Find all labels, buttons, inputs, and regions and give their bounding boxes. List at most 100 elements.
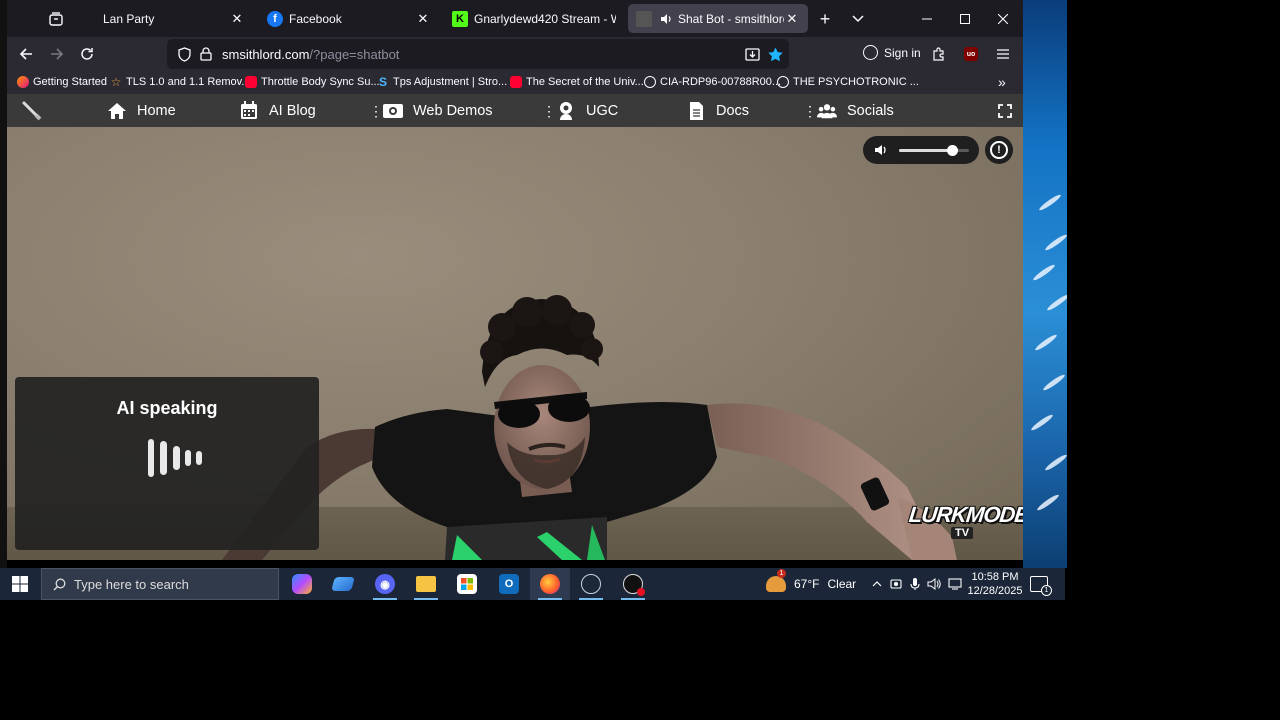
bookmark-label: Tps Adjustment | Stro... <box>393 76 508 88</box>
close-icon[interactable]: ✕ <box>229 11 245 27</box>
ublock-extension-button[interactable]: uo <box>958 41 984 67</box>
browser-window: Lan Party ✕ f Facebook ✕ K Gnarlydewd420… <box>7 0 1023 560</box>
tray-microphone[interactable] <box>908 576 922 592</box>
tab-lan-party[interactable]: Lan Party ✕ <box>73 4 253 33</box>
taskbar-firefox[interactable] <box>530 568 570 600</box>
windows-logo-icon <box>12 576 28 592</box>
minimize-button[interactable] <box>908 6 946 32</box>
forward-button[interactable] <box>44 41 70 67</box>
recording-dot <box>637 588 645 596</box>
bookmark-item[interactable]: Throttle Body Sync Su... <box>245 74 380 90</box>
tab-groups-button[interactable] <box>43 6 69 32</box>
url-path: /?page=shatbot <box>309 47 400 62</box>
arrow-right-icon <box>51 48 64 60</box>
bookmark-label: Throttle Body Sync Su... <box>261 76 380 88</box>
more-bookmarks-button[interactable]: » <box>998 74 1006 90</box>
users-icon <box>817 101 837 121</box>
nav-docs[interactable]: Docs <box>686 94 749 127</box>
bookmark-item[interactable]: ☆ TLS 1.0 and 1.1 Remov... <box>110 74 251 90</box>
taskbar-copilot[interactable] <box>282 568 322 600</box>
menu-button[interactable] <box>990 41 1016 67</box>
bookmark-star-icon[interactable] <box>766 45 784 63</box>
desktop-wallpaper <box>1023 0 1067 568</box>
volume-icon[interactable] <box>873 142 889 158</box>
fullscreen-icon <box>998 103 1012 118</box>
chevron-up-icon <box>872 581 882 587</box>
close-window-button[interactable] <box>984 6 1022 32</box>
system-clock[interactable]: 10:58 PM 12/28/2025 <box>962 570 1028 598</box>
extensions-button[interactable] <box>926 41 952 67</box>
nav-separator: ⋮ <box>369 103 383 119</box>
running-indicator <box>538 598 562 600</box>
install-page-icon[interactable] <box>743 45 761 63</box>
ublock-icon: uo <box>964 47 978 61</box>
fullscreen-button[interactable] <box>998 94 1012 127</box>
taskbar-search-box[interactable]: Type here to search <box>41 568 279 600</box>
tray-network[interactable] <box>948 576 962 592</box>
firefox-icon <box>17 76 29 88</box>
site-logo[interactable] <box>21 94 43 127</box>
tab-gnarlydewd-stream[interactable]: K Gnarlydewd420 Stream - Watc <box>444 4 624 33</box>
tray-screen-capture[interactable] <box>889 576 903 592</box>
url-text[interactable]: smsithlord.com/?page=shatbot <box>222 47 399 62</box>
speaker-icon[interactable] <box>658 11 674 27</box>
minimize-icon <box>922 18 932 20</box>
tab-groups-icon <box>49 12 63 26</box>
bookmark-item[interactable]: CIA-RDP96-00788R00... <box>644 74 781 90</box>
shield-icon[interactable] <box>175 45 193 63</box>
address-bar[interactable]: smsithlord.com/?page=shatbot <box>167 39 789 69</box>
bookmark-item[interactable]: Getting Started <box>17 74 107 90</box>
new-tab-button[interactable]: + <box>812 6 838 32</box>
nav-ai-blog[interactable]: AI Blog <box>239 94 316 127</box>
sign-in-button[interactable]: Sign in <box>863 45 921 60</box>
weather-widget[interactable]: 1 67°F Clear <box>766 568 856 600</box>
notification-center-button[interactable]: 1 <box>1030 576 1052 596</box>
nav-socials[interactable]: Socials <box>817 94 894 127</box>
nav-separator: ⋮ <box>803 103 817 119</box>
wallpaper-fish <box>1031 262 1057 283</box>
running-indicator <box>373 598 397 600</box>
nav-home[interactable]: Home <box>107 94 176 127</box>
taskbar-file-explorer[interactable] <box>406 568 446 600</box>
taskbar-store[interactable] <box>447 568 487 600</box>
3d-avatar-viewport[interactable]: ! AI speaking LURKMODE TV <box>7 127 1023 560</box>
home-icon <box>107 101 127 121</box>
nav-ugc[interactable]: UGC <box>556 94 618 127</box>
start-button[interactable] <box>0 568 40 600</box>
show-hidden-icons-button[interactable] <box>870 576 884 592</box>
maximize-button[interactable] <box>946 6 984 32</box>
nav-label: Home <box>137 102 176 119</box>
kick-icon: K <box>452 10 468 27</box>
bookmark-item[interactable]: THE PSYCHOTRONIC ... <box>777 74 919 90</box>
volume-knob[interactable] <box>946 145 958 156</box>
taskbar-steam[interactable] <box>571 568 611 600</box>
tab-shat-bot[interactable]: Shat Bot - smsithlord.com ✕ <box>628 4 808 33</box>
close-icon[interactable]: ✕ <box>784 11 800 27</box>
list-tabs-button[interactable] <box>845 6 871 32</box>
tray-volume[interactable] <box>927 576 941 592</box>
volume-slider[interactable] <box>899 145 969 156</box>
taskbar-obs[interactable] <box>613 568 653 600</box>
chevron-double-right-icon: » <box>998 74 1006 90</box>
taskbar-outlook[interactable]: O <box>489 568 529 600</box>
taskbar-discord[interactable]: ◉ <box>365 568 405 600</box>
network-icon <box>948 578 962 590</box>
taskbar-laptop-app[interactable] <box>323 568 363 600</box>
bookmark-label: The Secret of the Univ... <box>526 76 644 88</box>
volume-control[interactable] <box>863 136 979 164</box>
info-button[interactable]: ! <box>985 136 1013 164</box>
running-indicator <box>579 598 603 600</box>
back-button[interactable] <box>13 41 39 67</box>
volume-fill <box>899 149 952 152</box>
bookmark-item[interactable]: S Tps Adjustment | Stro... <box>377 74 507 90</box>
reload-button[interactable] <box>74 41 100 67</box>
tab-facebook[interactable]: f Facebook ✕ <box>259 4 439 33</box>
lock-icon[interactable] <box>197 45 215 63</box>
nav-web-demos[interactable]: Web Demos <box>383 94 493 127</box>
bookmark-item[interactable]: The Secret of the Univ... <box>510 74 644 90</box>
windows-taskbar: Type here to search ◉ O 1 67°F Clear 10:… <box>0 568 1065 600</box>
microphone-icon <box>910 578 920 590</box>
nav-separator: ⋮ <box>542 103 556 119</box>
close-icon[interactable]: ✕ <box>415 11 431 27</box>
site-navigation: Home AI Blog ⋮ Web Demos ⋮ UGC Docs ⋮ So… <box>7 94 1023 127</box>
